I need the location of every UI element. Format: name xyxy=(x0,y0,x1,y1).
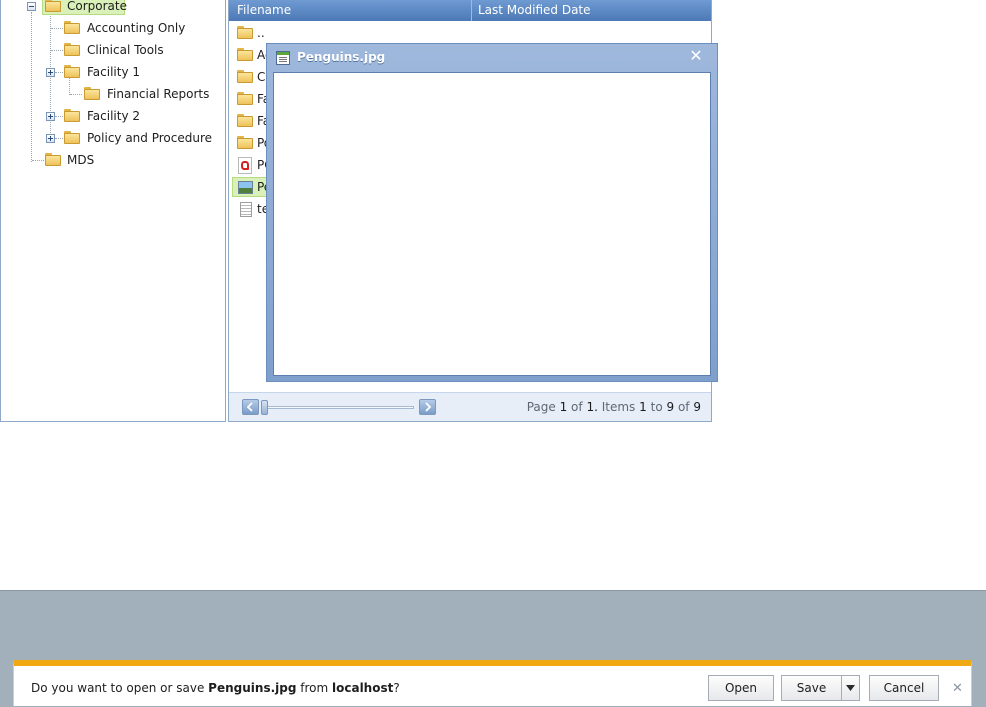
folder-icon xyxy=(45,0,61,12)
column-header-last-modified[interactable]: Last Modified Date xyxy=(478,2,591,19)
folder-tree-panel: Corporate Accounting Only Clinical Tools… xyxy=(0,0,226,422)
tree-connector xyxy=(69,78,70,95)
pager-page-count: 1. xyxy=(586,400,598,414)
folder-icon xyxy=(237,26,253,39)
tree-connector xyxy=(55,72,63,73)
preview-window-title: Penguins.jpg xyxy=(297,50,386,64)
tree-item-label: Corporate xyxy=(67,0,127,13)
pager-status: Page 1 of 1. Items 1 to 9 of 9 xyxy=(527,400,701,414)
preview-window[interactable]: Penguins.jpg ✕ xyxy=(266,43,718,382)
prompt-suffix: ? xyxy=(393,681,400,695)
pager-total: 9 xyxy=(693,400,701,414)
tree-item-label: Accounting Only xyxy=(87,21,186,35)
folder-icon xyxy=(237,48,253,61)
pager-to-label: to xyxy=(650,400,663,414)
expand-icon[interactable] xyxy=(46,112,55,121)
next-page-button[interactable] xyxy=(419,399,436,415)
prompt-prefix: Do you want to open or save xyxy=(31,681,209,695)
tree-item-label: Facility 1 xyxy=(87,65,141,79)
folder-icon xyxy=(64,43,80,56)
folder-icon xyxy=(64,21,80,34)
folder-icon xyxy=(237,136,253,149)
folder-icon xyxy=(45,153,61,166)
download-prompt-message: Do you want to open or save Penguins.jpg… xyxy=(31,681,400,695)
expand-icon[interactable] xyxy=(46,68,55,77)
expand-icon[interactable] xyxy=(46,134,55,143)
close-icon[interactable]: ✕ xyxy=(952,682,963,696)
prompt-filename: Penguins.jpg xyxy=(208,681,297,695)
tree-connector xyxy=(55,116,63,117)
pager-items-label: Items xyxy=(601,400,636,414)
save-options-dropdown[interactable] xyxy=(841,675,860,701)
chevron-left-icon xyxy=(246,402,253,412)
download-notification-bar: Do you want to open or save Penguins.jpg… xyxy=(13,660,972,706)
file-name: .. xyxy=(257,26,265,40)
tree-item-label: Financial Reports xyxy=(107,87,210,101)
tree-connector xyxy=(51,50,63,51)
chevron-right-icon xyxy=(425,402,432,412)
tree-connector xyxy=(31,12,32,162)
image-file-icon xyxy=(238,181,253,194)
tree-connector xyxy=(51,28,63,29)
pager-to: 9 xyxy=(666,400,675,414)
pdf-file-icon xyxy=(238,157,252,174)
tree-connector xyxy=(32,160,44,161)
folder-icon xyxy=(64,109,80,122)
folder-icon xyxy=(237,70,253,83)
column-divider[interactable] xyxy=(471,0,472,21)
pager-of-label: of xyxy=(571,400,583,414)
folder-icon xyxy=(237,114,253,127)
column-header-filename[interactable]: Filename xyxy=(237,2,291,19)
open-button[interactable]: Open xyxy=(708,675,774,701)
document-icon xyxy=(276,51,290,65)
tree-connector xyxy=(70,94,82,95)
previous-page-button[interactable] xyxy=(242,399,259,415)
pager-current-page: 1 xyxy=(559,400,568,414)
tree-item-label: Facility 2 xyxy=(87,109,141,123)
pager-slider-handle[interactable] xyxy=(261,400,268,415)
tree-item-label: MDS xyxy=(67,153,95,167)
cancel-button[interactable]: Cancel xyxy=(869,675,939,701)
pager-of2-label: of xyxy=(677,400,690,414)
pager: Page 1 of 1. Items 1 to 9 of 9 xyxy=(229,392,711,421)
folder-icon xyxy=(64,131,80,144)
file-row[interactable]: .. xyxy=(229,23,711,45)
preview-content-area xyxy=(273,72,711,376)
collapse-icon[interactable] xyxy=(27,2,36,11)
chevron-down-icon xyxy=(846,685,855,691)
save-button[interactable]: Save xyxy=(781,675,842,701)
folder-icon xyxy=(64,65,80,78)
grid-header: Filename Last Modified Date xyxy=(229,0,711,21)
pager-page-label: Page xyxy=(526,400,556,414)
text-file-icon xyxy=(240,202,252,217)
pager-slider-track[interactable] xyxy=(263,406,414,409)
tree-item-label: Clinical Tools xyxy=(87,43,164,57)
folder-icon xyxy=(84,87,100,100)
tree-item-label: Policy and Procedure xyxy=(87,131,213,145)
close-icon[interactable]: ✕ xyxy=(689,48,703,64)
pager-from: 1 xyxy=(639,400,647,414)
prompt-host: localhost xyxy=(332,681,394,695)
prompt-middle: from xyxy=(296,681,332,695)
tree-connector xyxy=(55,138,63,139)
folder-icon xyxy=(237,92,253,105)
